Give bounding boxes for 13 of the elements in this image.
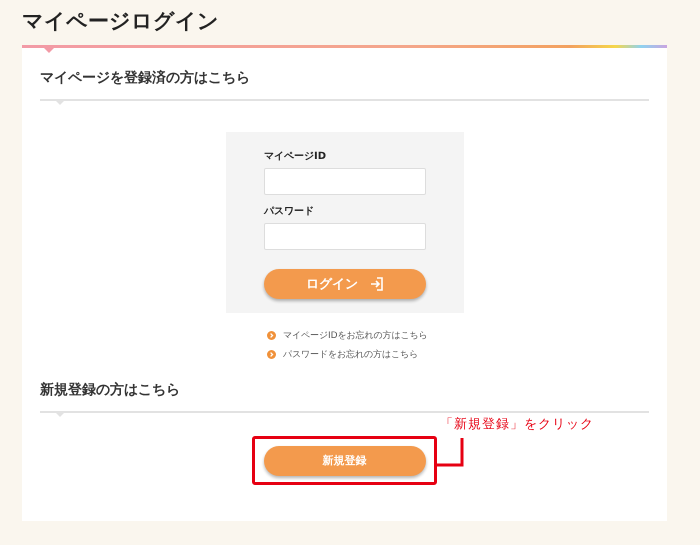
chevron-icon: [267, 350, 276, 359]
help-link[interactable]: パスワードをお忘れの方はこちら: [283, 348, 418, 361]
input-field[interactable]: [264, 223, 426, 250]
login-icon: [370, 276, 384, 292]
section-heading: マイページを登録済の方はこちら: [40, 68, 251, 88]
page-title: マイページログイン: [22, 8, 220, 35]
field-label: パスワード: [264, 205, 314, 218]
field-label: マイページID: [264, 150, 326, 163]
section-heading: 新規登録の方はこちら: [40, 380, 181, 400]
annotation-text: 「新規登録」をクリック: [440, 416, 594, 433]
chevron-icon: [267, 331, 276, 340]
help-link[interactable]: マイページIDをお忘れの方はこちら: [283, 329, 428, 342]
input-field[interactable]: [264, 168, 426, 195]
